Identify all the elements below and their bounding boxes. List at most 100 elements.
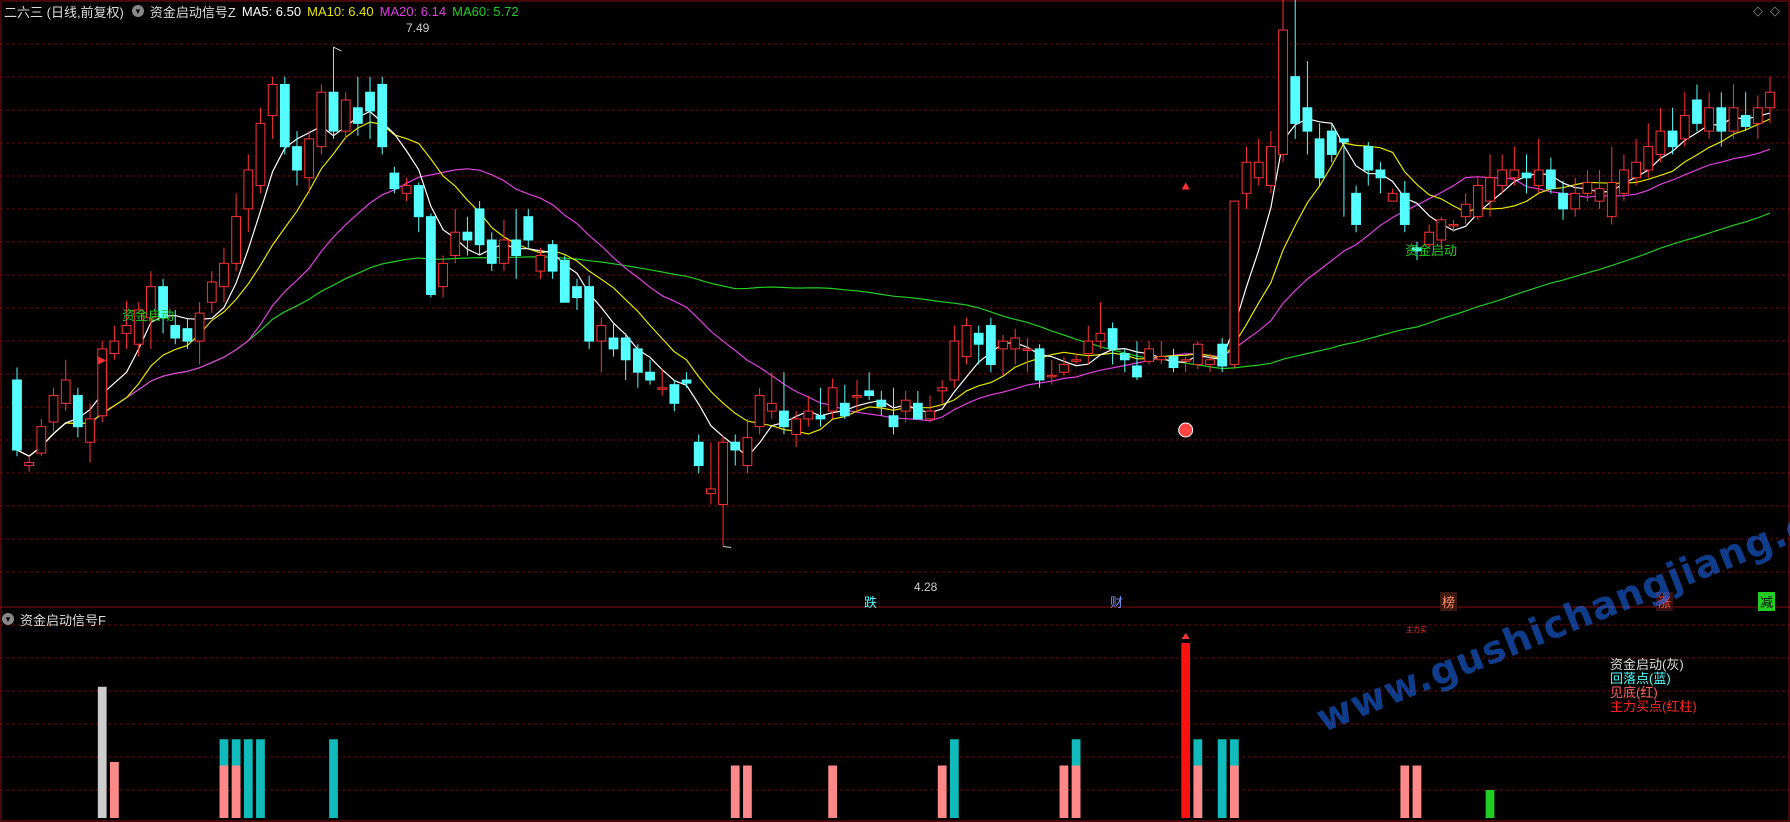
up-candle <box>961 325 972 358</box>
down-candle <box>279 83 290 148</box>
up-candle <box>1046 374 1057 378</box>
down-candle <box>1521 172 1532 179</box>
down-candle <box>584 286 595 342</box>
up-candle <box>852 395 862 398</box>
down-candle <box>511 239 522 257</box>
down-candle <box>839 402 850 417</box>
down-candle <box>1302 107 1313 132</box>
down-candle <box>559 259 570 303</box>
diamond-icon[interactable]: ◇ <box>1770 3 1780 19</box>
collapse-icon[interactable]: ▾ <box>131 5 144 17</box>
sub-indicator-name[interactable]: 资金启动信号F <box>20 610 106 629</box>
up-candle <box>48 395 59 423</box>
up-candle <box>1472 185 1483 218</box>
up-candle <box>60 379 71 404</box>
down-candle <box>474 208 485 246</box>
sub-bar <box>937 765 947 818</box>
down-candle <box>1667 130 1678 148</box>
sub-legend: 资金启动(灰) 回落点(蓝) 见底(红) 主力买点(红柱) <box>1610 658 1697 714</box>
up-candle <box>937 387 948 392</box>
up-candle <box>1180 359 1191 362</box>
up-candle <box>900 399 911 412</box>
up-candle <box>243 169 254 210</box>
down-candle <box>1399 192 1410 225</box>
up-candle <box>1655 130 1666 155</box>
down-candle <box>986 325 996 365</box>
down-candle <box>1716 107 1727 132</box>
up-candle <box>1071 359 1081 362</box>
up-candle <box>1253 161 1264 179</box>
sub-bar <box>231 765 241 818</box>
up-candle <box>1460 203 1471 218</box>
up-candle <box>1582 181 1593 194</box>
sub-bar <box>1193 765 1203 818</box>
up-arrow-icon <box>1181 182 1190 190</box>
up-candle <box>657 387 668 390</box>
down-candle <box>486 239 497 264</box>
ma5-value: MA5: 6.50 <box>241 3 302 19</box>
up-candle <box>1679 115 1690 140</box>
down-candle <box>377 83 388 148</box>
up-candle <box>791 418 801 435</box>
legend-item: 主力买点(红柱) <box>1610 699 1697 714</box>
legend-item: 回落点(蓝) <box>1610 671 1671 686</box>
down-candle <box>1545 169 1556 190</box>
main-chart[interactable] <box>0 0 1790 822</box>
down-candle <box>888 415 899 428</box>
down-candle <box>1363 146 1374 171</box>
sub-bar <box>1181 643 1191 818</box>
main-header: 二六三 (日线,前复权) ▾ 资金启动信号Z MA5: 6.50 MA10: 6… <box>0 0 525 22</box>
sub-bar <box>329 739 338 818</box>
up-candle <box>1010 337 1021 350</box>
up-candle <box>803 410 814 420</box>
signal-dot-icon <box>1178 422 1194 438</box>
up-candle <box>194 312 205 342</box>
indicator-name[interactable]: 资金启动信号Z <box>150 2 236 21</box>
up-candle <box>1570 192 1581 210</box>
up-candle <box>1704 107 1715 132</box>
up-candle <box>121 325 132 334</box>
down-candle <box>1326 130 1337 155</box>
up-candle <box>1156 356 1167 361</box>
down-candle <box>876 399 887 407</box>
sub-bar <box>1485 790 1495 818</box>
up-candle <box>450 231 461 257</box>
sub-bar <box>1229 765 1239 818</box>
down-candle <box>1107 328 1118 350</box>
down-candle <box>72 395 83 428</box>
up-candle <box>1241 161 1252 194</box>
sub-bar <box>828 765 838 818</box>
up-candle <box>1436 219 1447 241</box>
up-candle <box>219 262 229 288</box>
sub-bar <box>219 765 229 818</box>
marker-label: 跌 <box>864 595 878 610</box>
up-candle <box>1606 181 1617 218</box>
marker-label: 减 <box>1758 592 1776 611</box>
down-candle <box>389 172 400 190</box>
down-candle <box>1290 76 1301 124</box>
signal-label: 资金启动 <box>122 308 175 323</box>
diamond-icon[interactable]: ◇ <box>1753 3 1763 19</box>
down-candle <box>170 325 181 339</box>
up-candle <box>1095 332 1106 342</box>
up-candle <box>596 325 607 342</box>
up-candle <box>766 402 777 412</box>
down-candle <box>1740 115 1751 127</box>
down-candle <box>1168 356 1179 369</box>
up-candle <box>109 340 120 355</box>
down-candle <box>328 91 339 132</box>
down-candle <box>693 441 704 467</box>
low-price-label: 4.28 <box>914 580 938 594</box>
up-candle <box>949 340 960 381</box>
up-candle <box>438 262 448 288</box>
up-candle <box>754 395 765 428</box>
down-candle <box>864 390 875 397</box>
down-candle <box>426 216 436 295</box>
chart-window[interactable]: 二六三 (日线,前复权) ▾ 资金启动信号Z MA5: 6.50 MA10: 6… <box>0 0 1790 822</box>
up-candle <box>1059 363 1069 373</box>
collapse-icon[interactable]: ▾ <box>2 613 14 625</box>
up-candle <box>1631 161 1641 179</box>
legend-item: 见底(红) <box>1610 685 1658 700</box>
down-candle <box>1339 138 1349 143</box>
down-candle <box>1558 192 1568 210</box>
